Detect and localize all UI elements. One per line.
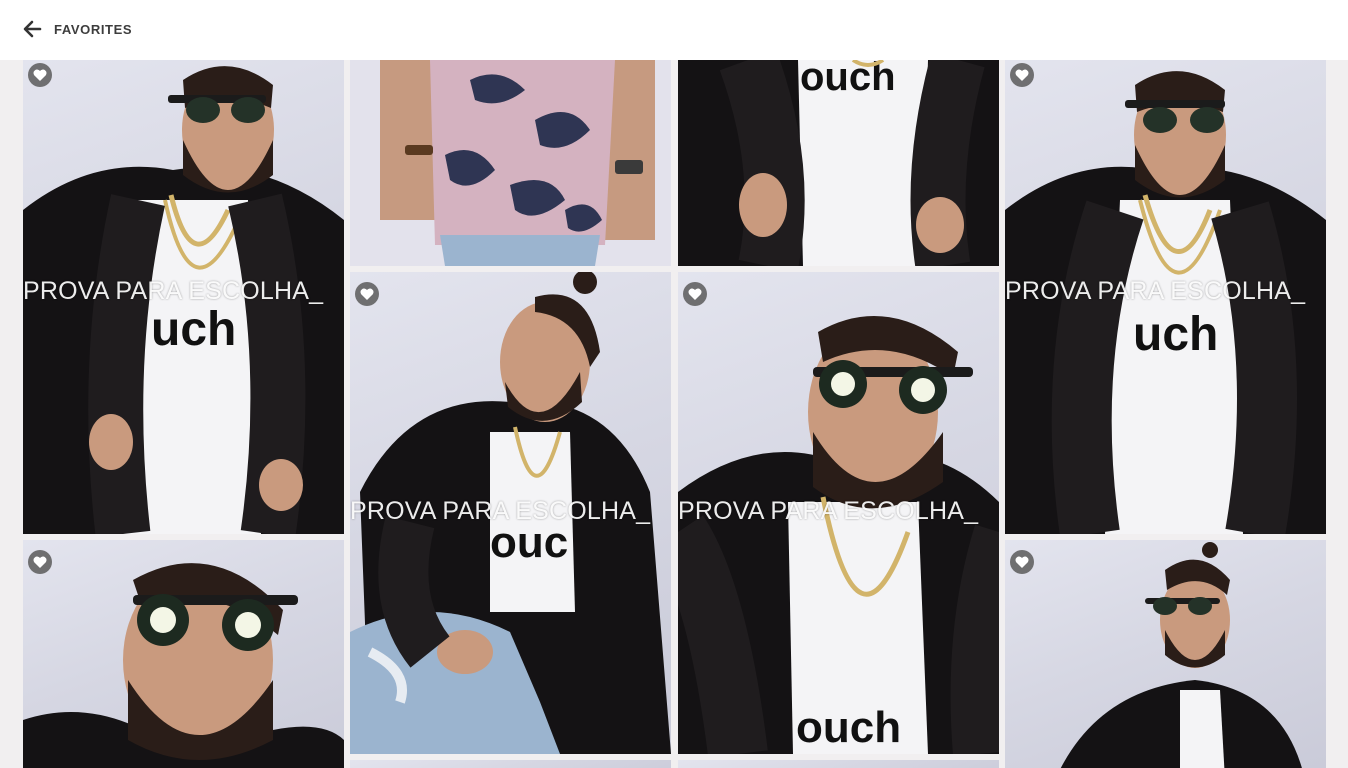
watermark-text: PROVA PARA ESCOLHA_ bbox=[678, 497, 979, 525]
svg-text:ouch: ouch bbox=[800, 60, 896, 99]
photo-image: ouch bbox=[678, 60, 999, 266]
photo-tile[interactable]: ouch bbox=[678, 60, 999, 266]
header-bar: FAVORITES bbox=[0, 0, 1348, 60]
svg-text:uch: uch bbox=[151, 303, 236, 356]
photo-tile[interactable] bbox=[23, 540, 344, 768]
photo-tile[interactable] bbox=[350, 760, 671, 768]
photo-tile[interactable] bbox=[678, 760, 999, 768]
photo-image bbox=[23, 563, 344, 768]
favorite-heart-icon[interactable] bbox=[355, 282, 379, 306]
favorite-heart-icon[interactable] bbox=[683, 282, 707, 306]
photo-tile[interactable] bbox=[350, 60, 671, 266]
photo-tile[interactable]: ouch PROVA PARA ESCOLHA_ bbox=[678, 272, 999, 754]
favorite-heart-icon[interactable] bbox=[1010, 63, 1034, 87]
svg-text:ouch: ouch bbox=[796, 703, 901, 752]
favorite-heart-icon[interactable] bbox=[28, 550, 52, 574]
back-button[interactable]: FAVORITES bbox=[22, 18, 132, 40]
watermark-text: PROVA PARA ESCOLHA_ bbox=[350, 497, 651, 525]
favorite-heart-icon[interactable] bbox=[28, 63, 52, 87]
photo-gallery: uch PROVA PARA ESCOLHA_ ouch uch PROVA P… bbox=[0, 60, 1348, 768]
page-title: FAVORITES bbox=[54, 21, 133, 37]
watermark-text: PROVA PARA ESCOLHA_ bbox=[23, 277, 324, 305]
photo-tile[interactable]: uch PROVA PARA ESCOLHA_ bbox=[1005, 60, 1326, 534]
photo-image bbox=[350, 60, 671, 266]
favorite-heart-icon[interactable] bbox=[1010, 550, 1034, 574]
photo-image bbox=[1060, 542, 1302, 768]
photo-tile[interactable]: ouc PROVA PARA ESCOLHA_ bbox=[350, 272, 671, 754]
arrow-left-icon[interactable] bbox=[22, 19, 42, 39]
svg-text:uch: uch bbox=[1133, 308, 1218, 361]
photo-tile[interactable] bbox=[1005, 540, 1326, 768]
watermark-text: PROVA PARA ESCOLHA_ bbox=[1005, 277, 1306, 305]
photo-tile[interactable]: uch PROVA PARA ESCOLHA_ bbox=[23, 60, 344, 534]
